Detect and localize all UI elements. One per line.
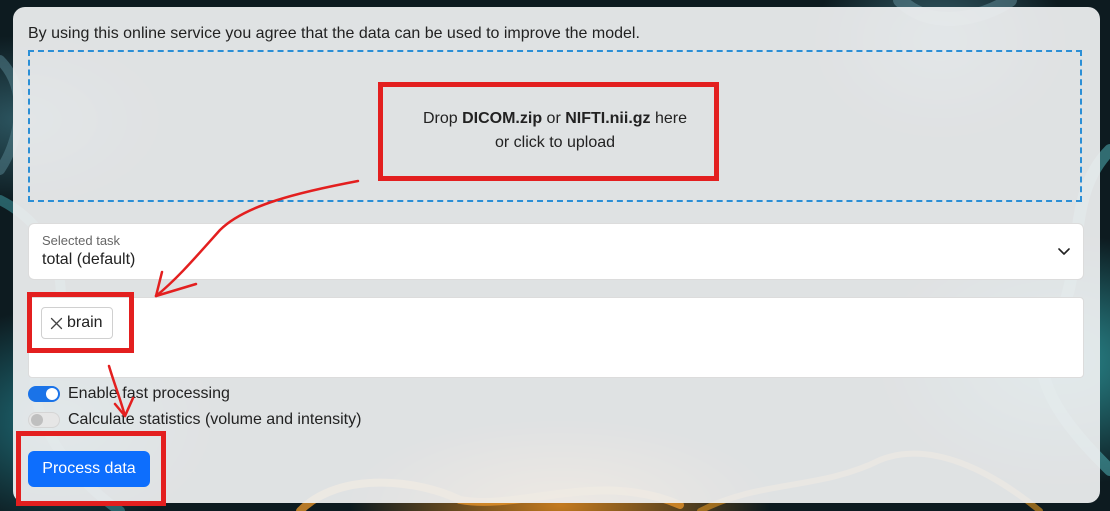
statistics-toggle[interactable]: [28, 412, 60, 428]
roi-tag-label: brain: [67, 314, 103, 331]
roi-tag: brain: [41, 307, 113, 339]
file-dropzone[interactable]: Drop DICOM.zip or NIFTI.nii.gz here or c…: [28, 50, 1082, 202]
upload-card: By using this online service you agree t…: [13, 7, 1100, 503]
chevron-down-icon[interactable]: [1057, 244, 1071, 258]
format-dicom: DICOM.zip: [462, 110, 543, 127]
roi-tag-input[interactable]: brain: [28, 297, 1084, 378]
fast-processing-label: Enable fast processing: [68, 385, 230, 402]
statistics-label: Calculate statistics (volume and intensi…: [68, 411, 362, 428]
format-nifti: NIFTI.nii.gz: [565, 110, 651, 127]
dropzone-line-1: Drop DICOM.zip or NIFTI.nii.gz here: [422, 110, 688, 127]
consent-notice: By using this online service you agree t…: [28, 25, 640, 42]
task-select-value: total (default): [42, 251, 136, 268]
task-select-label: Selected task: [42, 233, 121, 248]
fast-processing-toggle[interactable]: [28, 386, 60, 402]
close-icon[interactable]: [50, 317, 63, 330]
task-select[interactable]: Selected task total (default): [28, 223, 1084, 280]
process-data-button[interactable]: Process data: [28, 451, 150, 487]
fast-processing-row: Enable fast processing: [28, 384, 230, 404]
statistics-row: Calculate statistics (volume and intensi…: [28, 410, 361, 430]
dropzone-line-2: or click to upload: [494, 134, 616, 151]
dropzone-text: Drop DICOM.zip or NIFTI.nii.gz here or c…: [30, 107, 1080, 155]
